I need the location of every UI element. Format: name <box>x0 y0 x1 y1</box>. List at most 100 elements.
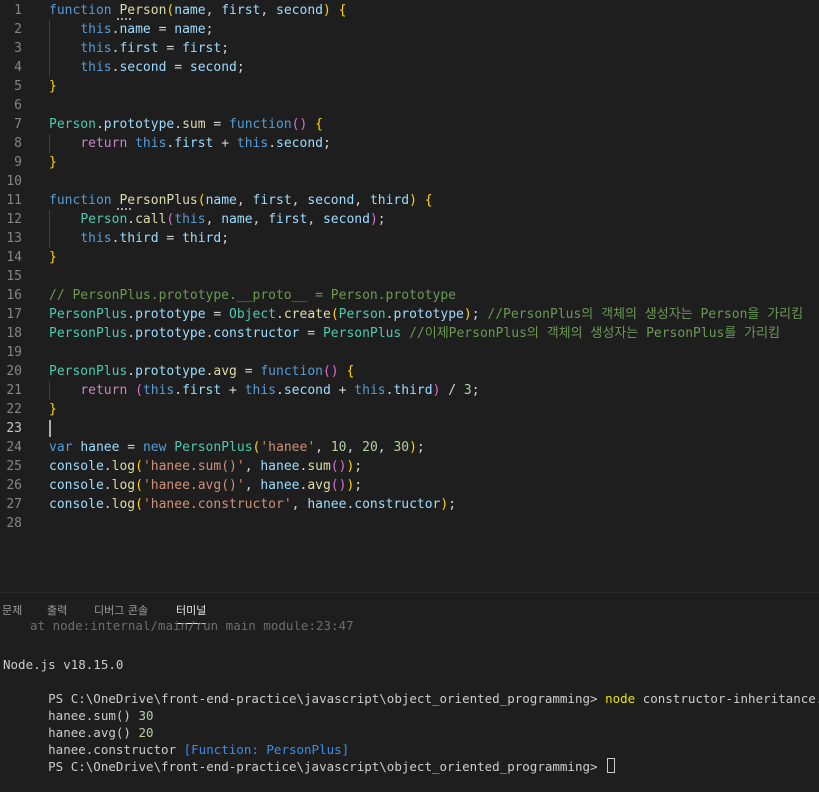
code-token: sum <box>307 459 331 474</box>
code-line[interactable]: 14} <box>0 248 819 267</box>
code-text: // PersonPlus.prototype.__proto__ = Pers… <box>49 286 456 305</box>
line-number: 22 <box>6 402 22 417</box>
code-token: second <box>119 60 167 75</box>
bottom-panel: 문제 출력 디버그 콘솔 터미널 at node:internal/main/r… <box>0 592 819 774</box>
code-token: //이제PersonPlus의 객체의 생성자는 PersonPlus를 가리킴 <box>409 326 781 341</box>
code-token: . <box>127 326 136 341</box>
code-token: } <box>49 402 57 417</box>
code-token: { <box>346 364 355 379</box>
code-token: = <box>205 307 230 322</box>
code-line[interactable]: 18 PersonPlus.prototype.constructor = Per… <box>0 324 819 343</box>
line-number: 15 <box>6 269 22 284</box>
code-token: 3 <box>463 383 472 398</box>
code-token: second <box>283 383 331 398</box>
code-token: ) <box>369 212 378 227</box>
code-line[interactable]: 10 <box>0 172 819 191</box>
code-line[interactable]: 8 return this.first + this.second; <box>0 134 819 153</box>
code-token: ; <box>236 60 245 75</box>
code-line[interactable]: 28 <box>0 514 819 533</box>
code-token: 'hanee.avg()' <box>142 478 245 493</box>
tab-output[interactable]: 출력 <box>47 603 67 623</box>
indent-guide <box>49 381 50 400</box>
code-token: Person <box>80 212 128 227</box>
code-line[interactable]: 7 Person.prototype.sum = function() { <box>0 115 819 134</box>
line-number: 2 <box>14 22 22 37</box>
code-token: () <box>330 459 347 474</box>
line-number: 9 <box>14 155 22 170</box>
code-line[interactable]: 17 PersonPlus.prototype = Object.create(P… <box>0 305 819 324</box>
code-token: third <box>369 193 410 208</box>
code-text: this.second = second; <box>49 58 245 77</box>
code-token: ( <box>135 383 143 398</box>
code-token: . <box>174 117 183 132</box>
line-number: 6 <box>14 98 22 113</box>
hint-underline <box>117 208 131 210</box>
code-token: second <box>189 60 237 75</box>
code-token: ( <box>330 307 339 322</box>
code-token: this <box>236 136 269 151</box>
code-line[interactable]: 27 console.log('hanee.constructor', hanee… <box>0 495 819 514</box>
code-line[interactable]: 5} <box>0 77 819 96</box>
code-token: log <box>111 478 136 493</box>
code-line[interactable]: 6 <box>0 96 819 115</box>
code-line[interactable]: 15 <box>0 267 819 286</box>
tab-problems[interactable]: 문제 <box>2 603 22 623</box>
terminal-cursor <box>607 758 616 773</box>
code-line[interactable]: 4 this.second = second; <box>0 58 819 77</box>
tab-debug-console[interactable]: 디버그 콘솔 <box>94 603 148 623</box>
indent-guide <box>49 210 50 248</box>
code-line[interactable]: 2 this.name = name; <box>0 20 819 39</box>
line-number: 4 <box>14 60 22 75</box>
line-number: 17 <box>6 307 22 322</box>
code-token: Object <box>229 307 277 322</box>
code-token: log <box>111 497 136 512</box>
line-number: 26 <box>6 478 22 493</box>
code-token: name <box>221 212 253 227</box>
code-line[interactable]: 21 return (this.first + this.second + th… <box>0 381 819 400</box>
code-token: = <box>236 364 261 379</box>
hint-underline <box>117 18 131 20</box>
code-token: = <box>158 41 183 56</box>
code-line[interactable]: 13 this.third = third; <box>0 229 819 248</box>
code-line[interactable]: 9} <box>0 153 819 172</box>
code-text: Person.call(this, name, first, second); <box>49 210 385 229</box>
code-token: this <box>244 383 277 398</box>
code-token: this <box>174 212 206 227</box>
code-token: hanee <box>307 497 347 512</box>
code-line[interactable]: 19 <box>0 343 819 362</box>
code-token: = <box>158 231 183 246</box>
code-token: ; <box>354 478 363 493</box>
code-token: PersonPlus <box>49 307 128 322</box>
code-line[interactable]: 23 <box>0 419 819 438</box>
code-token: hanee <box>260 478 300 493</box>
code-token: ( <box>135 478 143 493</box>
code-line[interactable]: 3 this.first = first; <box>0 39 819 58</box>
line-number: 21 <box>6 383 22 398</box>
line-number: 19 <box>6 345 22 360</box>
code-line[interactable]: 12 Person.call(this, name, first, second… <box>0 210 819 229</box>
code-token: Person <box>338 307 386 322</box>
code-line[interactable]: 24 var hanee = new PersonPlus('hanee', 10… <box>0 438 819 457</box>
code-line[interactable]: 20 PersonPlus.prototype.avg = function() … <box>0 362 819 381</box>
line-number: 28 <box>6 516 22 531</box>
code-line[interactable]: 22} <box>0 400 819 419</box>
code-token: third <box>182 231 222 246</box>
indent-guide <box>49 134 50 153</box>
code-token: constructor <box>354 497 441 512</box>
code-token: second <box>276 3 323 18</box>
code-text: PersonPlus.prototype.avg = function() { <box>49 362 354 381</box>
code-token: } <box>49 250 57 265</box>
line-number: 23 <box>6 421 22 436</box>
code-token: PersonPlus <box>49 364 128 379</box>
code-token: second <box>276 136 323 151</box>
code-token: avg <box>307 478 331 493</box>
code-line[interactable]: 25 console.log('hanee.sum()', hanee.sum()… <box>0 457 819 476</box>
code-token: , <box>291 193 308 208</box>
line-number: 18 <box>6 326 22 341</box>
code-line[interactable]: 16 // PersonPlus.prototype.__proto__ = Pe… <box>0 286 819 305</box>
code-editor[interactable]: 1 function Person(name, first, second) {2… <box>0 0 819 592</box>
code-line[interactable]: 26 console.log('hanee.avg()', hanee.avg()… <box>0 476 819 495</box>
